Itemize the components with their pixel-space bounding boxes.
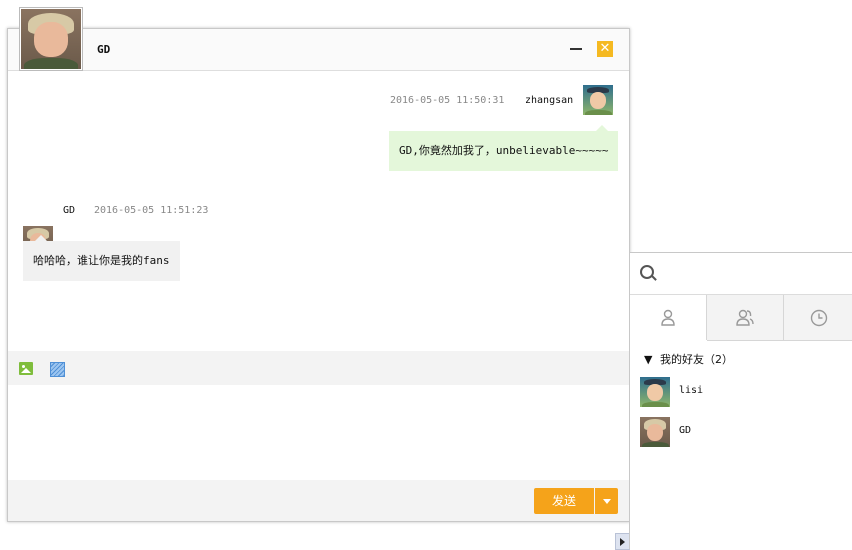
expand-arrow-icon: ▼ xyxy=(644,353,653,366)
message-input[interactable] xyxy=(8,385,629,480)
minimize-button[interactable] xyxy=(569,40,583,56)
friend-list-item[interactable]: GD xyxy=(630,413,852,451)
chat-titlebar: GD ✕ xyxy=(8,29,629,71)
arrow-right-icon xyxy=(620,538,625,546)
person-icon xyxy=(661,309,675,326)
message-time: 2016-05-05 11:50:31 xyxy=(390,95,505,106)
send-button[interactable]: 发送 xyxy=(534,488,594,514)
search-icon[interactable] xyxy=(640,265,657,281)
chat-footer: 发送 xyxy=(8,480,629,521)
chat-title: GD xyxy=(97,43,111,56)
friend-name: lisi xyxy=(679,385,704,396)
message-sender: zhangsan xyxy=(525,95,574,106)
close-icon: ✕ xyxy=(599,41,611,56)
message-sender: GD xyxy=(63,205,76,216)
send-options-dropdown[interactable] xyxy=(595,488,618,514)
tab-friends[interactable] xyxy=(630,295,707,340)
friends-panel: ▼ 我的好友（2） lisi GD xyxy=(629,252,852,549)
compose-toolbar xyxy=(8,351,629,385)
sender-avatar[interactable] xyxy=(583,85,613,115)
tab-recent[interactable] xyxy=(784,295,852,341)
message-time: 2016-05-05 11:51:23 xyxy=(94,205,209,216)
group-icon xyxy=(736,309,754,326)
friend-list-item[interactable]: lisi xyxy=(630,373,852,411)
friend-group-label: 我的好友（2） xyxy=(659,353,733,366)
avatar xyxy=(640,377,670,407)
image-icon[interactable] xyxy=(19,362,33,375)
chevron-down-icon xyxy=(603,499,611,504)
minimize-icon xyxy=(570,48,582,50)
chat-contact-avatar[interactable] xyxy=(19,7,83,71)
message-bubble-received: 哈哈哈，谁让你是我的fans xyxy=(23,235,180,281)
message-bubble-sent: GD,你竟然加我了，unbelievable~~~~~ xyxy=(389,125,619,171)
scroll-arrow[interactable] xyxy=(615,533,630,550)
friend-name: GD xyxy=(679,425,692,436)
avatar xyxy=(21,9,81,69)
clock-icon xyxy=(810,309,827,326)
friend-group-header[interactable]: ▼ 我的好友（2） xyxy=(644,351,733,367)
close-button[interactable]: ✕ xyxy=(597,41,613,57)
screenshot-icon[interactable] xyxy=(50,362,65,377)
search-bar xyxy=(630,253,852,295)
chat-window: GD ✕ 2016-05-05 11:50:31 zhangsan GD,你竟然… xyxy=(7,7,630,522)
tab-groups[interactable] xyxy=(707,295,784,341)
avatar xyxy=(640,417,670,447)
search-input[interactable] xyxy=(662,261,846,287)
